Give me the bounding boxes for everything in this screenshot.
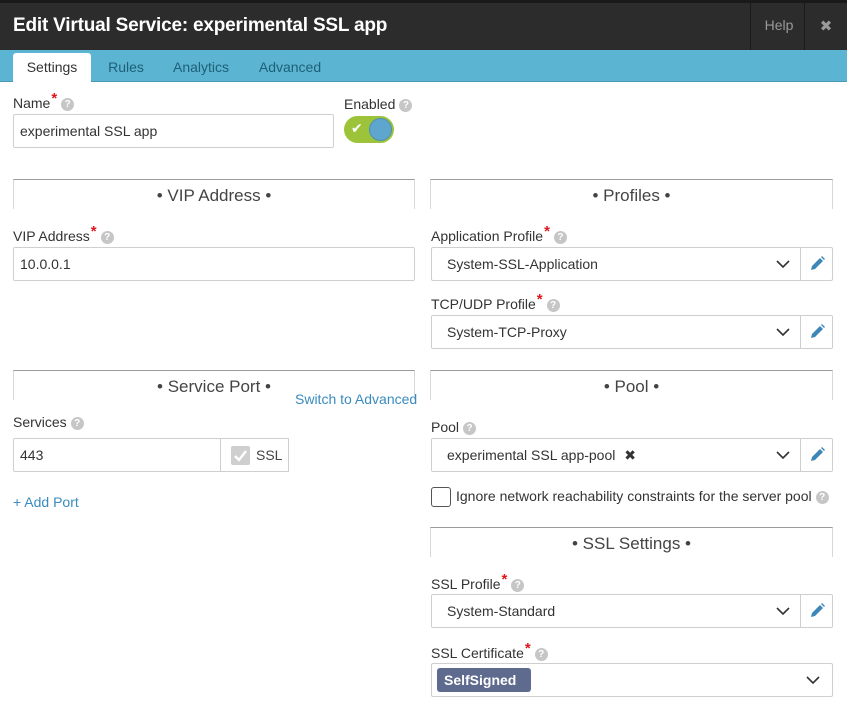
- ssl-toggle[interactable]: SSL: [220, 438, 289, 472]
- modal-header: Edit Virtual Service: experimental SSL a…: [0, 0, 847, 50]
- ignore-reachability-text: Ignore network reachability constraints …: [456, 488, 812, 504]
- pencil-icon: [811, 256, 825, 270]
- ssl-certificate-select[interactable]: SelfSigned ✖: [431, 663, 833, 712]
- section-profiles: • Profiles •: [430, 179, 833, 209]
- tab-advanced[interactable]: Advanced: [248, 53, 332, 82]
- ignore-reachability-label: Ignore network reachability constraints …: [456, 488, 829, 504]
- edit-button[interactable]: [800, 439, 832, 471]
- check-icon: ✔: [351, 120, 363, 136]
- help-icon[interactable]: ?: [546, 299, 560, 312]
- tab-settings[interactable]: Settings: [13, 53, 91, 82]
- application-profile-label-text: Application Profile: [431, 228, 544, 244]
- section-pool: • Pool •: [430, 370, 833, 400]
- help-icon[interactable]: ?: [399, 99, 413, 112]
- pencil-icon: [811, 603, 825, 617]
- chevron-down-icon[interactable]: [806, 671, 820, 689]
- help-icon[interactable]: ?: [70, 417, 84, 430]
- required-marker: *: [536, 291, 543, 308]
- select-value: experimental SSL app-pool ✖: [447, 447, 636, 464]
- section-ssl-settings: • SSL Settings •: [430, 527, 833, 557]
- required-marker: *: [51, 90, 58, 107]
- pool-select[interactable]: experimental SSL app-pool ✖: [431, 438, 833, 472]
- pencil-icon: [811, 447, 825, 461]
- section-title: • VIP Address •: [156, 186, 272, 205]
- tab-analytics[interactable]: Analytics: [160, 53, 242, 82]
- help-button[interactable]: Help: [751, 17, 807, 33]
- name-label: Name*?: [13, 90, 75, 112]
- section-title: • SSL Settings •: [572, 534, 691, 553]
- close-icon[interactable]: ✖: [804, 3, 847, 50]
- required-marker: *: [90, 223, 97, 240]
- edit-button[interactable]: [800, 316, 832, 348]
- vip-address-label-text: VIP Address: [13, 228, 90, 244]
- ssl-profile-label: SSL Profile*?: [431, 571, 525, 593]
- service-port-input[interactable]: 443: [13, 438, 221, 472]
- edit-button[interactable]: [800, 595, 832, 627]
- name-label-text: Name: [13, 95, 51, 111]
- tcp-udp-profile-select[interactable]: System-TCP-Proxy: [431, 315, 833, 349]
- help-icon[interactable]: ?: [815, 491, 829, 504]
- ssl-profile-label-text: SSL Profile: [431, 576, 501, 592]
- enabled-label-text: Enabled: [344, 96, 396, 112]
- add-port-link[interactable]: + Add Port: [13, 494, 79, 510]
- chevron-down-icon[interactable]: [776, 323, 790, 341]
- pool-label: Pool?: [431, 419, 477, 435]
- remove-tag-icon[interactable]: ✖: [450, 696, 462, 712]
- tab-rules[interactable]: Rules: [97, 53, 155, 82]
- application-profile-label: Application Profile*?: [431, 223, 567, 245]
- section-vip-address: • VIP Address •: [13, 179, 415, 209]
- help-icon[interactable]: ?: [463, 422, 477, 435]
- tcp-udp-profile-label: TCP/UDP Profile*?: [431, 291, 560, 313]
- services-label: Services?: [13, 414, 84, 430]
- switch-to-advanced-link[interactable]: Switch to Advanced: [295, 391, 417, 407]
- check-icon: [234, 450, 247, 462]
- clear-icon[interactable]: ✖: [624, 447, 636, 463]
- tcp-udp-profile-label-text: TCP/UDP Profile: [431, 296, 536, 312]
- enabled-toggle[interactable]: ✔: [344, 116, 394, 143]
- ssl-label: SSL: [256, 447, 283, 463]
- ssl-certificate-label-text: SSL Certificate: [431, 645, 524, 661]
- required-marker: *: [501, 571, 508, 588]
- edit-button[interactable]: [800, 248, 832, 280]
- help-icon[interactable]: ?: [61, 98, 75, 111]
- pencil-icon: [811, 324, 825, 338]
- required-marker: *: [524, 640, 531, 657]
- application-profile-select[interactable]: System-SSL-Application: [431, 247, 833, 281]
- help-icon[interactable]: ?: [511, 579, 525, 592]
- vip-address-input[interactable]: 10.0.0.1: [13, 247, 415, 281]
- select-value: System-TCP-Proxy: [447, 324, 567, 340]
- section-title: • Profiles •: [592, 186, 671, 205]
- chevron-down-icon[interactable]: [776, 255, 790, 273]
- help-icon[interactable]: ?: [534, 648, 548, 661]
- select-value: System-SSL-Application: [447, 256, 598, 272]
- section-title: • Pool •: [603, 377, 660, 396]
- enabled-label: Enabled?: [344, 96, 413, 112]
- select-value: System-Standard: [447, 603, 556, 619]
- chevron-down-icon[interactable]: [776, 602, 790, 620]
- modal-title: Edit Virtual Service: experimental SSL a…: [13, 15, 388, 36]
- help-icon[interactable]: ?: [100, 231, 114, 244]
- services-label-text: Services: [13, 414, 67, 430]
- certificate-tag-label: SelfSigned: [444, 672, 517, 688]
- tab-bar: Settings Rules Analytics Advanced: [0, 50, 847, 82]
- pool-value: experimental SSL app-pool: [447, 447, 616, 463]
- ignore-reachability-checkbox[interactable]: [431, 487, 451, 507]
- vip-address-label: VIP Address*?: [13, 223, 114, 245]
- ssl-checkbox[interactable]: [231, 446, 250, 465]
- pool-label-text: Pool: [431, 419, 460, 435]
- required-marker: *: [544, 223, 550, 240]
- help-icon[interactable]: ?: [553, 231, 567, 244]
- name-input[interactable]: experimental SSL app: [13, 114, 334, 148]
- toggle-knob: [369, 118, 392, 141]
- certificate-tag: SelfSigned ✖: [437, 668, 531, 712]
- chevron-down-icon[interactable]: [776, 446, 790, 464]
- ssl-certificate-label: SSL Certificate*?: [431, 640, 548, 662]
- ssl-profile-select[interactable]: System-Standard: [431, 594, 833, 628]
